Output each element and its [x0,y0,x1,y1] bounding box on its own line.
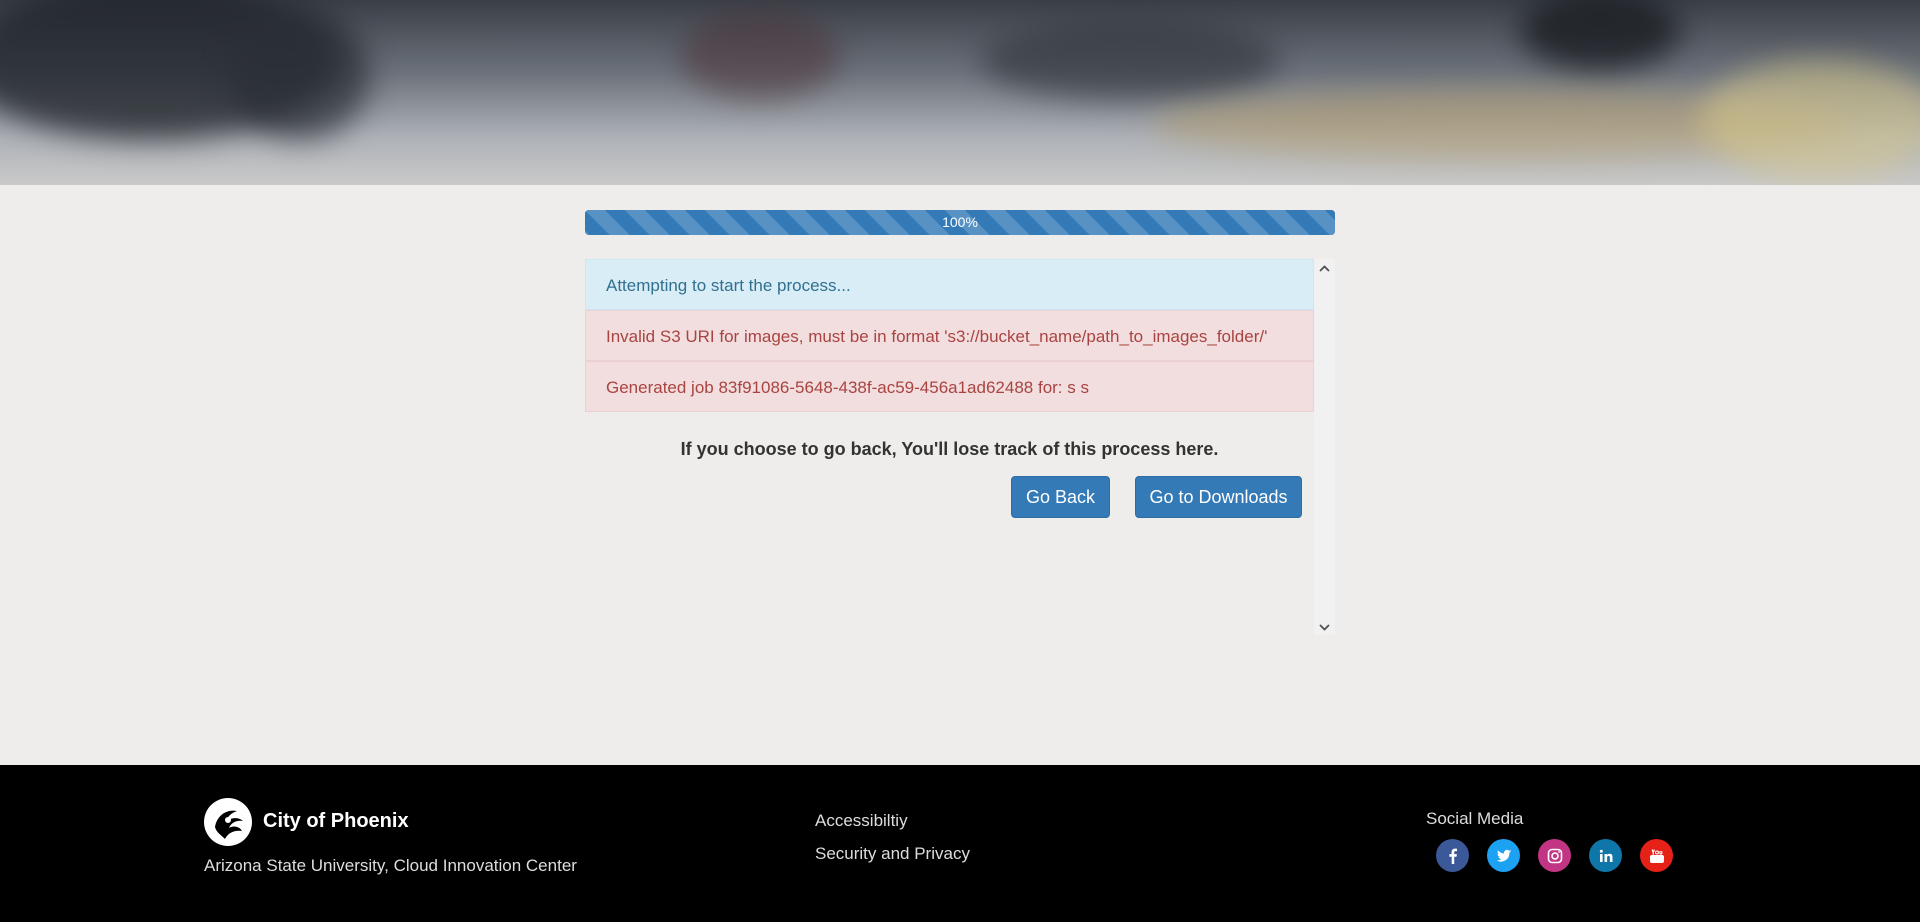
facebook-icon[interactable] [1436,839,1469,872]
scroll-down-icon[interactable] [1314,618,1335,635]
message-list: Attempting to start the process... Inval… [585,259,1314,412]
footer: City of Phoenix Arizona State University… [0,765,1920,922]
hero-banner-image [0,0,1920,185]
social-media-heading: Social Media [1426,809,1524,828]
phoenix-logo-icon [203,797,253,847]
warning-text: If you choose to go back, You'll lose tr… [680,439,1219,459]
progress-bar-fill: 100% [585,210,1335,235]
security-privacy-link[interactable]: Security and Privacy [815,844,970,864]
twitter-icon[interactable] [1487,839,1520,872]
linkedin-icon[interactable] [1589,839,1622,872]
go-to-downloads-button[interactable]: Go to Downloads [1135,476,1302,518]
error-alert: Generated job 83f91086-5648-438f-ac59-45… [585,361,1314,412]
progress-bar: 100% [585,210,1335,235]
go-back-button[interactable]: Go Back [1011,476,1110,518]
youtube-icon[interactable] [1640,839,1673,872]
info-alert: Attempting to start the process... [585,259,1314,310]
error-alert: Invalid S3 URI for images, must be in fo… [585,310,1314,361]
scroll-up-icon[interactable] [1314,259,1335,276]
brand-name: City of Phoenix [263,810,409,832]
process-log-panel: Attempting to start the process... Inval… [585,259,1335,635]
scrollbar[interactable] [1314,259,1335,635]
organization-text: Arizona State University, Cloud Innovati… [204,856,577,875]
accessibility-link[interactable]: Accessibiltiy [815,811,908,831]
instagram-icon[interactable] [1538,839,1571,872]
